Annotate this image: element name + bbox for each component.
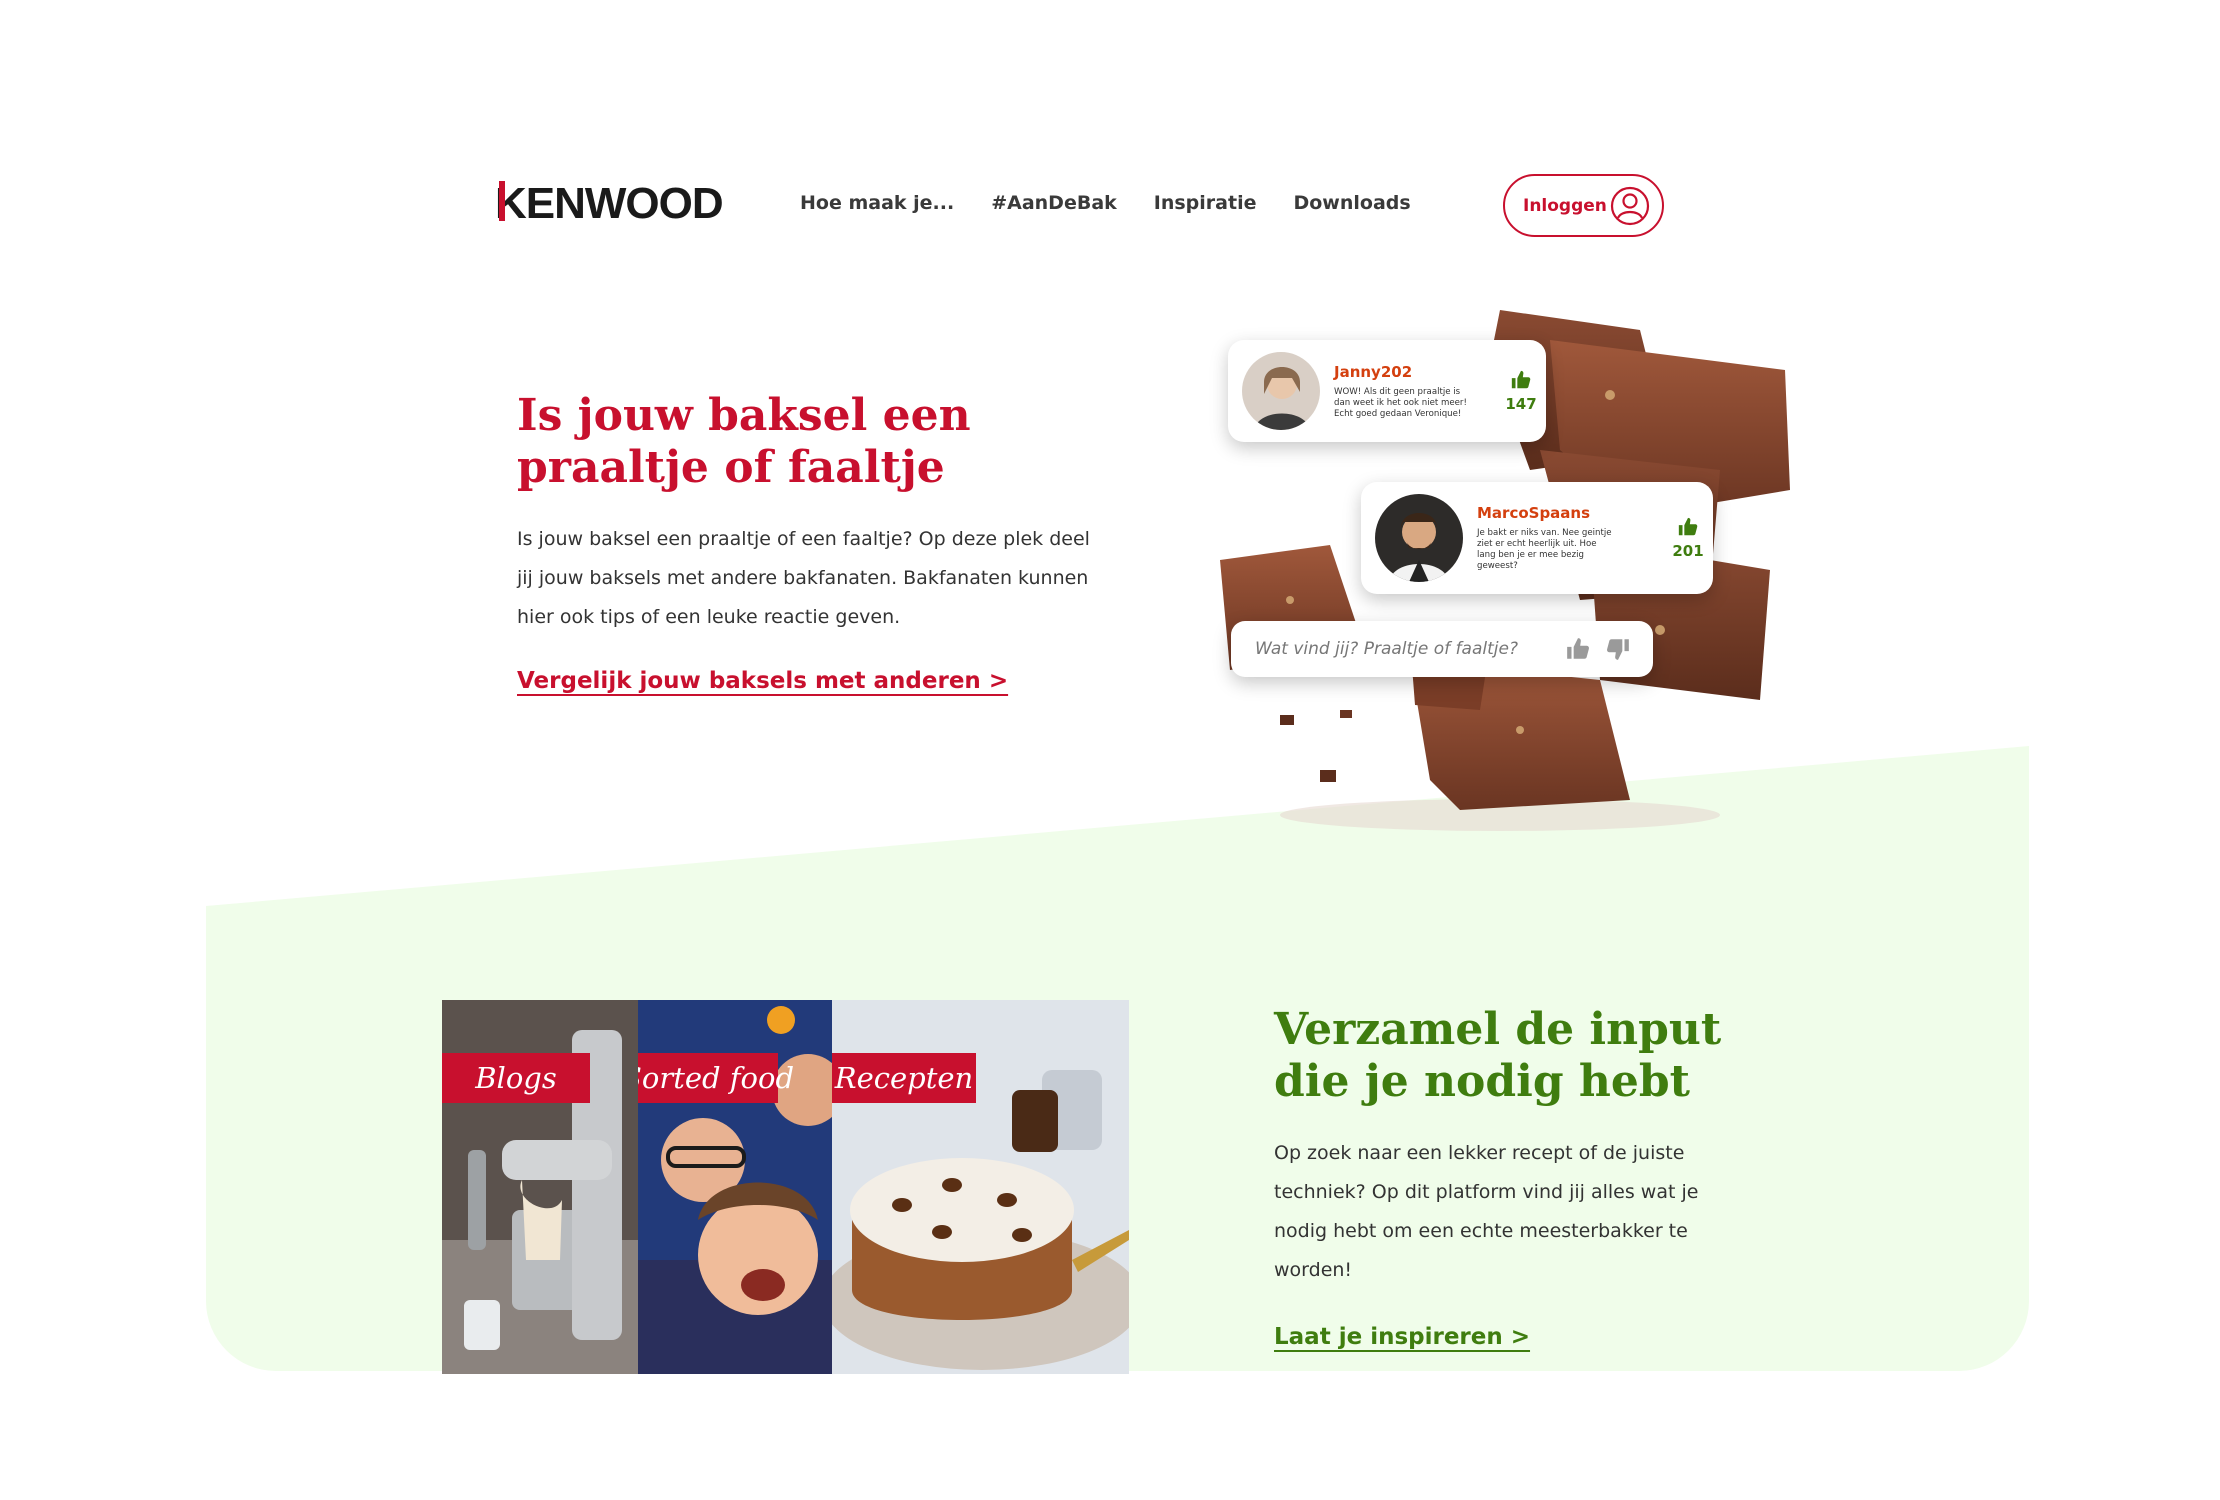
nav-item-aandebak[interactable]: #AanDeBak (991, 192, 1117, 214)
like-count: 147 (1505, 395, 1537, 413)
section-title: Verzamel de input die je nodig hebt (1274, 1004, 1722, 1107)
rating-input[interactable]: Wat vind jij? Praaltje of faaltje? (1231, 621, 1653, 677)
like-count: 201 (1672, 542, 1704, 560)
tile-label-recepten: Recepten (832, 1053, 976, 1103)
nav-item-downloads[interactable]: Downloads (1293, 192, 1410, 214)
avatar (1375, 494, 1463, 582)
compare-bakes-link[interactable]: Vergelijk jouw baksels met anderen > (517, 668, 1008, 694)
tile-blogs[interactable]: Blogs (442, 1000, 638, 1374)
tile-label-blogs: Blogs (442, 1053, 590, 1103)
thumbs-up-icon (1511, 370, 1531, 389)
kenwood-logo[interactable]: KENWOOD (495, 178, 745, 226)
comment-username: MarcoSpaans (1477, 504, 1591, 522)
svg-text:KENWOOD: KENWOOD (495, 179, 723, 226)
comment-card: Janny202 WOW! Als dit geen praaltje is d… (1228, 340, 1546, 442)
inspire-link[interactable]: Laat je inspireren > (1274, 1324, 1530, 1350)
rating-buttons (1565, 636, 1631, 662)
avatar (1242, 352, 1320, 430)
tile-recepten[interactable]: Recepten (832, 1000, 1129, 1374)
tile-label-sorted-food: Sorted food (638, 1053, 794, 1103)
like-counter: 201 (1663, 516, 1713, 560)
page: KENWOOD Hoe maak je... #AanDeBak Inspira… (0, 0, 2220, 1500)
like-counter: 147 (1496, 369, 1546, 413)
login-button[interactable]: Inloggen (1503, 174, 1664, 237)
hero-title: Is jouw baksel een praaltje of faaltje (517, 390, 971, 493)
user-icon (1610, 186, 1650, 225)
comment-text: WOW! Als dit geen praaltje is dan weet i… (1334, 386, 1467, 419)
nav-item-inspiratie[interactable]: Inspiratie (1154, 192, 1257, 214)
hero-description: Is jouw baksel een praaltje of een faalt… (517, 528, 1090, 628)
comment-body: MarcoSpaans Je bakt er niks van. Nee gei… (1463, 504, 1663, 572)
section-description: Op zoek naar een lekker recept of de jui… (1274, 1142, 1699, 1281)
comment-body: Janny202 WOW! Als dit geen praaltje is d… (1320, 363, 1496, 420)
tile-sorted-food[interactable]: Sorted food (638, 1000, 832, 1374)
rating-placeholder: Wat vind jij? Praaltje of faaltje? (1255, 639, 1518, 659)
thumbs-down-icon[interactable] (1605, 636, 1631, 662)
comment-card: MarcoSpaans Je bakt er niks van. Nee gei… (1361, 482, 1713, 594)
comment-text: Je bakt er niks van. Nee geintje ziet er… (1477, 528, 1612, 571)
comment-username: Janny202 (1334, 362, 1413, 381)
login-label: Inloggen (1523, 195, 1607, 216)
thumbs-up-icon (1678, 517, 1698, 536)
thumbs-up-icon[interactable] (1565, 636, 1591, 662)
main-nav: Hoe maak je... #AanDeBak Inspiratie Down… (800, 192, 1411, 214)
nav-item-hoe-maak-je[interactable]: Hoe maak je... (800, 192, 954, 214)
